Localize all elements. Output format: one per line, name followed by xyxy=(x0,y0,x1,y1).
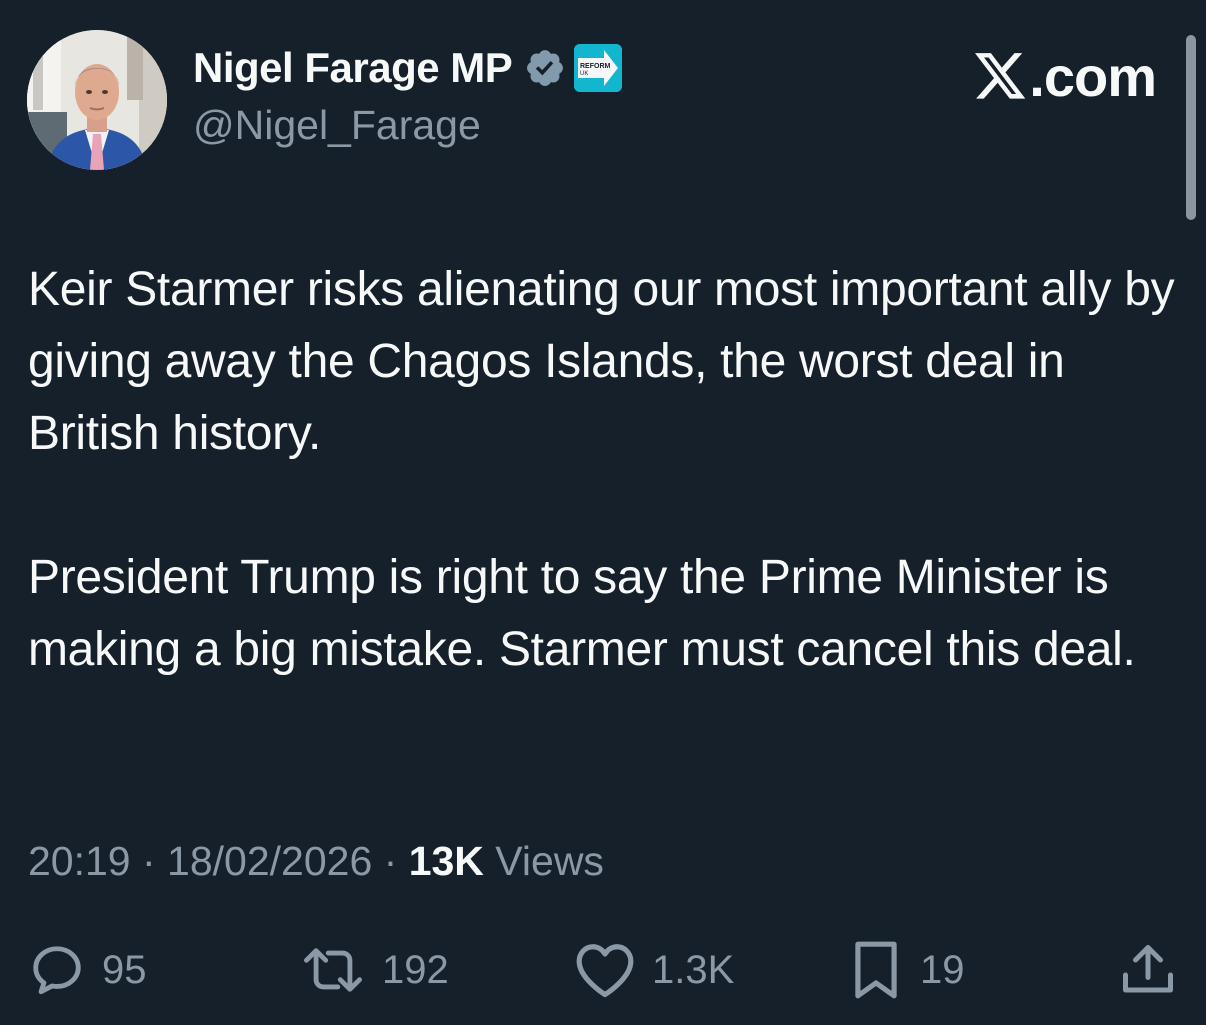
post-paragraph-2: President Trump is right to say the Prim… xyxy=(28,551,1136,676)
bookmark-icon xyxy=(855,941,897,999)
bookmark-count: 19 xyxy=(920,947,965,992)
post-card: Nigel Farage MP REFORM UK @Nigel_Farage xyxy=(0,0,1206,1025)
author-name-row: Nigel Farage MP REFORM UK xyxy=(193,40,623,96)
reform-uk-affiliation-badge-icon[interactable]: REFORM UK xyxy=(574,44,623,92)
reply-count: 95 xyxy=(102,947,147,992)
verified-badge-icon[interactable] xyxy=(524,47,566,89)
meta-separator: · xyxy=(130,838,168,884)
author-display-name[interactable]: Nigel Farage MP xyxy=(193,44,513,92)
share-icon xyxy=(1123,945,1173,993)
author-handle[interactable]: @Nigel_Farage xyxy=(193,102,622,149)
reply-icon xyxy=(33,946,81,995)
post-date[interactable]: 18/02/2026 xyxy=(167,838,372,884)
post-text: Keir Starmer risks alienating our most i… xyxy=(28,254,1178,686)
affiliation-label-line2: UK xyxy=(580,71,588,77)
repost-button[interactable]: 192 xyxy=(300,935,449,1005)
repost-icon xyxy=(303,948,362,992)
share-button[interactable] xyxy=(1118,935,1178,1005)
like-button[interactable]: 1.3K xyxy=(574,935,734,1005)
reply-button[interactable]: 95 xyxy=(28,935,147,1005)
post-paragraph-1: Keir Starmer risks alienating our most i… xyxy=(28,263,1175,460)
author-block: Nigel Farage MP REFORM UK @Nigel_Farage xyxy=(193,40,623,149)
source-watermark: .com xyxy=(975,44,1157,109)
author-avatar[interactable] xyxy=(27,30,167,170)
action-bar: 95 192 1.3K 19 xyxy=(0,935,1206,1005)
repost-count: 192 xyxy=(382,947,449,992)
views-count: 13K xyxy=(408,838,484,884)
source-domain: .com xyxy=(1029,45,1157,108)
bookmark-button[interactable]: 19 xyxy=(848,935,965,1005)
views-label: Views xyxy=(483,838,604,884)
like-count: 1.3K xyxy=(652,947,735,992)
meta-separator: · xyxy=(372,838,409,884)
post-meta: 20:19 · 18/02/2026 · 13K Views xyxy=(28,838,604,885)
post-time[interactable]: 20:19 xyxy=(28,838,131,884)
affiliation-label-line1: REFORM xyxy=(580,63,611,70)
x-logo-icon xyxy=(975,52,1026,99)
heart-icon xyxy=(576,944,634,998)
scrollbar[interactable] xyxy=(1186,35,1196,220)
